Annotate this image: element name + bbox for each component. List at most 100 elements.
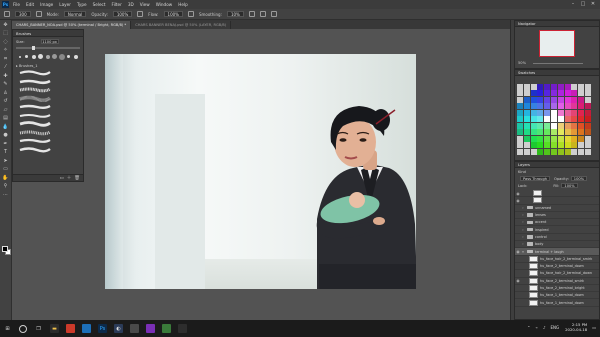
swatch-cell[interactable]: [571, 135, 578, 142]
swatch-cell[interactable]: [578, 142, 585, 149]
swatch-cell[interactable]: [564, 148, 571, 155]
layer-filter-kind[interactable]: Kind: [518, 170, 526, 174]
brush-tip[interactable]: [44, 52, 51, 61]
eyedropper-tool-icon[interactable]: ⁄: [2, 64, 10, 71]
swatch-cell[interactable]: [551, 122, 557, 129]
navigator-zoom-slider[interactable]: [533, 63, 583, 64]
swatch-grid[interactable]: [517, 84, 591, 156]
swatch-cell[interactable]: [571, 142, 578, 149]
layer-row[interactable]: hu_face_hair_2_terminal_smirk: [515, 255, 599, 263]
visibility-eye-icon[interactable]: ◉: [515, 191, 521, 196]
swatch-cell[interactable]: [564, 90, 571, 97]
swatch-cell[interactable]: [551, 148, 557, 155]
swatch-cell[interactable]: [564, 142, 571, 149]
brush-stroke-preview[interactable]: [19, 86, 51, 93]
swatch-cell[interactable]: [578, 90, 585, 97]
document-canvas[interactable]: [105, 54, 416, 289]
swatch-cell[interactable]: [564, 135, 571, 142]
notifications-icon[interactable]: ▭: [592, 325, 596, 330]
swatch-cell[interactable]: [517, 148, 523, 155]
menu-window[interactable]: Window: [156, 2, 173, 7]
swatch-cell[interactable]: [557, 96, 564, 103]
app-icon-dark[interactable]: [178, 324, 187, 333]
swatch-cell[interactable]: [557, 109, 564, 116]
slider-knob[interactable]: [32, 46, 35, 50]
swatch-cell[interactable]: [564, 109, 571, 116]
swatch-cell[interactable]: [557, 122, 564, 129]
swatch-cell[interactable]: [544, 135, 551, 142]
swatch-cell[interactable]: [585, 116, 591, 123]
swatch-cell[interactable]: [551, 109, 557, 116]
swatch-cell[interactable]: [523, 84, 530, 90]
mode-select[interactable]: Normal: [63, 11, 87, 17]
brush-settings-icon[interactable]: [35, 11, 42, 17]
swatch-cell[interactable]: [517, 96, 523, 103]
app-icon-green[interactable]: [162, 324, 171, 333]
chevron-right-icon[interactable]: ▾: [521, 250, 525, 254]
lasso-tool-icon[interactable]: ◌: [2, 39, 10, 46]
swatch-cell[interactable]: [551, 135, 557, 142]
language-indicator[interactable]: ENG: [551, 325, 560, 330]
brush-tip[interactable]: [65, 52, 72, 61]
navigator-preview[interactable]: [539, 30, 575, 57]
swatch-cell[interactable]: [530, 109, 537, 116]
swatch-cell[interactable]: [530, 148, 537, 155]
swatch-cell[interactable]: [530, 90, 537, 97]
brush-stroke-preview[interactable]: [19, 69, 51, 76]
swatch-cell[interactable]: [544, 109, 551, 116]
magic-wand-tool-icon[interactable]: ✧: [2, 47, 10, 54]
swatch-cell[interactable]: [585, 142, 591, 149]
close-button[interactable]: ✕: [588, 1, 598, 8]
layer-row[interactable]: hu_face_hair_2_terminal_down: [515, 270, 599, 278]
pressure-size-icon[interactable]: [259, 11, 266, 17]
swatch-cell[interactable]: [571, 122, 578, 129]
blend-mode-select[interactable]: Pass Through: [520, 176, 551, 181]
swatch-cell[interactable]: [578, 122, 585, 129]
fill-field[interactable]: 100%: [561, 183, 578, 188]
swatch-cell[interactable]: [523, 96, 530, 103]
eraser-tool-icon[interactable]: ▱: [2, 107, 10, 114]
swatch-cell[interactable]: [530, 122, 537, 129]
swatch-cell[interactable]: [523, 109, 530, 116]
swatch-cell[interactable]: [571, 90, 578, 97]
maximize-button[interactable]: □: [578, 1, 588, 8]
layer-opacity-field[interactable]: 100%: [570, 176, 588, 181]
flow-field[interactable]: 100%: [163, 11, 183, 17]
swatch-cell[interactable]: [517, 116, 523, 123]
steam-icon[interactable]: ◐: [114, 324, 123, 333]
task-view-icon[interactable]: ❐: [34, 324, 43, 333]
menu-filter[interactable]: Filter: [111, 2, 121, 7]
menu-type[interactable]: Type: [77, 2, 87, 7]
swatch-cell[interactable]: [523, 90, 530, 97]
swatch-cell[interactable]: [530, 116, 537, 123]
foreground-color-swatch[interactable]: [2, 246, 8, 252]
layer-row[interactable]: ◉: [515, 190, 599, 198]
brush-size-input[interactable]: 1100 px: [40, 39, 59, 44]
layer-row[interactable]: › body: [515, 241, 599, 249]
swatch-cell[interactable]: [585, 90, 591, 97]
menu-select[interactable]: Select: [93, 2, 106, 7]
layer-row[interactable]: › unnamed: [515, 205, 599, 212]
folder-icon[interactable]: ▭: [60, 176, 64, 181]
brush-size-field[interactable]: 300: [15, 11, 31, 17]
pressure-opacity-icon[interactable]: [137, 11, 144, 17]
menu-help[interactable]: Help: [178, 2, 188, 7]
chevron-right-icon[interactable]: ›: [521, 220, 525, 224]
volume-icon[interactable]: ♪: [543, 325, 546, 330]
brush-tip[interactable]: [58, 52, 65, 61]
swatch-cell[interactable]: [537, 116, 544, 123]
swatch-cell[interactable]: [557, 142, 564, 149]
blur-tool-icon[interactable]: 💧: [2, 124, 10, 131]
swatch-cell[interactable]: [585, 109, 591, 116]
brush-size-slider[interactable]: [16, 46, 80, 50]
menu-edit[interactable]: Edit: [26, 2, 34, 7]
layer-row[interactable]: hu_face_2_terminal_bright: [515, 285, 599, 293]
swatch-cell[interactable]: [551, 129, 557, 136]
trash-icon[interactable]: 🗑: [74, 176, 80, 181]
swatch-cell[interactable]: [571, 103, 578, 110]
swatch-cell[interactable]: [578, 84, 585, 90]
chevron-right-icon[interactable]: ›: [521, 235, 525, 239]
smoothing-settings-icon[interactable]: [248, 11, 255, 17]
swatch-cell[interactable]: [557, 90, 564, 97]
swatch-cell[interactable]: [571, 84, 578, 90]
